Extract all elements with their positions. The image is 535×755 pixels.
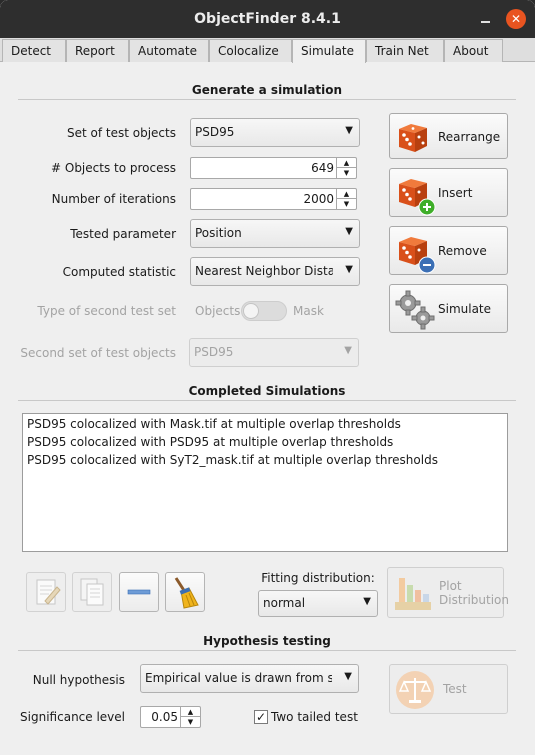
- test-objects-label: Set of test objects: [67, 126, 176, 140]
- divider: [18, 99, 516, 100]
- window-title: ObjectFinder 8.4.1: [194, 11, 341, 27]
- second-type-label: Type of second test set: [37, 304, 176, 318]
- remove-label: Remove: [438, 244, 487, 258]
- tab-detect[interactable]: Detect: [2, 39, 66, 62]
- copy-button[interactable]: [72, 572, 112, 612]
- second-set-value: PSD95: [194, 345, 234, 359]
- spin-down-icon[interactable]: ▼: [337, 168, 356, 178]
- objects-to-process-spinbox[interactable]: 649 ▲ ▼: [190, 157, 357, 179]
- completed-heading: Completed Simulations: [188, 384, 346, 398]
- tab-bar: Detect Report Automate Colocalize Simula…: [0, 38, 535, 63]
- test-objects-select[interactable]: PSD95 ▼: [190, 118, 360, 147]
- second-set-label: Second set of test objects: [20, 346, 176, 360]
- hypothesis-heading: Hypothesis testing: [203, 634, 331, 648]
- remove-button[interactable]: Remove: [389, 226, 508, 275]
- objects-to-process-value: 649: [311, 161, 334, 175]
- simulate-button[interactable]: Simulate: [389, 284, 508, 333]
- divider: [18, 400, 516, 401]
- rearrange-label: Rearrange: [438, 130, 501, 144]
- computed-statistic-label: Computed statistic: [62, 265, 176, 279]
- computed-statistic-select[interactable]: Nearest Neighbor Dista... ▼: [190, 257, 360, 286]
- insert-button[interactable]: Insert: [389, 168, 508, 217]
- bar-chart-icon: [395, 578, 431, 610]
- close-button[interactable]: ✕: [506, 9, 526, 29]
- dropdown-arrow-icon: ▼: [344, 345, 352, 356]
- fitting-distribution-select[interactable]: normal ▼: [258, 590, 378, 617]
- minus-icon: [127, 589, 151, 595]
- iterations-label: Number of iterations: [51, 192, 176, 206]
- tested-parameter-value: Position: [195, 226, 242, 240]
- minus-button[interactable]: [119, 572, 159, 612]
- plot-label: Plot: [439, 579, 462, 593]
- two-tailed-checkbox[interactable]: ✓: [254, 710, 268, 724]
- tab-automate[interactable]: Automate: [129, 39, 209, 62]
- minimize-button[interactable]: [475, 9, 495, 29]
- toggle-knob: [243, 303, 259, 319]
- plot-distribution-button[interactable]: Plot Distribution: [387, 567, 509, 618]
- generate-heading: Generate a simulation: [191, 83, 343, 97]
- dropdown-arrow-icon: ▼: [345, 264, 353, 275]
- copy-icon: [80, 578, 104, 606]
- test-label: Test: [443, 682, 467, 696]
- second-type-toggle[interactable]: [241, 301, 287, 321]
- tab-simulate[interactable]: Simulate: [292, 39, 366, 63]
- fitting-label: Fitting distribution:: [261, 571, 375, 585]
- significance-spinbox[interactable]: 0.05 ▲ ▼: [140, 706, 201, 728]
- dropdown-arrow-icon: ▼: [345, 226, 353, 237]
- computed-statistic-value: Nearest Neighbor Dista...: [195, 264, 333, 278]
- tested-parameter-select[interactable]: Position ▼: [190, 219, 360, 248]
- spin-up-icon[interactable]: ▲: [337, 189, 356, 199]
- edit-note-icon: [36, 579, 61, 605]
- dropdown-arrow-icon: ▼: [344, 671, 352, 682]
- app-window: ObjectFinder 8.4.1 ✕ Detect Report Autom…: [0, 0, 535, 755]
- tab-about[interactable]: About: [444, 39, 503, 62]
- null-hypothesis-select[interactable]: Empirical value is drawn from sa... ▼: [140, 664, 359, 693]
- list-item[interactable]: PSD95 colocalized with SyT2_mask.tif at …: [27, 453, 438, 467]
- spin-up-icon[interactable]: ▲: [337, 158, 356, 168]
- spin-up-icon[interactable]: ▲: [181, 707, 200, 717]
- significance-label: Significance level: [20, 710, 125, 724]
- second-type-mask-label: Mask: [293, 304, 324, 318]
- null-hypothesis-value: Empirical value is drawn from sa...: [145, 671, 332, 685]
- null-hypothesis-label: Null hypothesis: [32, 673, 125, 687]
- simulate-label: Simulate: [438, 302, 492, 316]
- tab-colocalize[interactable]: Colocalize: [209, 39, 292, 62]
- spin-down-icon[interactable]: ▼: [337, 199, 356, 209]
- title-bar: ObjectFinder 8.4.1 ✕: [0, 0, 535, 38]
- simulations-list[interactable]: PSD95 colocalized with Mask.tif at multi…: [22, 413, 508, 552]
- iterations-value: 2000: [303, 192, 334, 206]
- dice-add-icon: [399, 179, 436, 216]
- dice-icon: [399, 124, 427, 152]
- dropdown-arrow-icon: ▼: [345, 125, 353, 136]
- divider: [18, 650, 516, 651]
- significance-value: 0.05: [151, 710, 178, 724]
- second-set-select[interactable]: PSD95 ▼: [189, 338, 359, 367]
- tab-train-net[interactable]: Train Net: [366, 39, 444, 62]
- gears-icon: [395, 290, 435, 330]
- insert-label: Insert: [438, 186, 473, 200]
- two-tailed-label: Two tailed test: [271, 710, 358, 724]
- rearrange-button[interactable]: Rearrange: [389, 113, 508, 159]
- scales-icon: [396, 671, 434, 709]
- second-type-objects-label: Objects: [195, 304, 241, 318]
- dropdown-arrow-icon: ▼: [363, 596, 371, 607]
- distribution-label: Distribution: [439, 593, 510, 607]
- edit-button[interactable]: [26, 572, 66, 612]
- objects-to-process-label: # Objects to process: [51, 161, 176, 175]
- dice-remove-icon: [399, 237, 436, 274]
- tested-parameter-label: Tested parameter: [70, 227, 176, 241]
- fitting-value: normal: [263, 596, 306, 610]
- iterations-spinbox[interactable]: 2000 ▲ ▼: [190, 188, 357, 210]
- list-item[interactable]: PSD95 colocalized with Mask.tif at multi…: [27, 417, 401, 431]
- test-objects-value: PSD95: [195, 125, 235, 139]
- broom-icon: [174, 577, 199, 609]
- test-button[interactable]: Test: [389, 664, 508, 714]
- tab-report[interactable]: Report: [66, 39, 129, 62]
- spin-down-icon[interactable]: ▼: [181, 717, 200, 727]
- list-item[interactable]: PSD95 colocalized with PSD95 at multiple…: [27, 435, 393, 449]
- clear-button[interactable]: [165, 572, 205, 612]
